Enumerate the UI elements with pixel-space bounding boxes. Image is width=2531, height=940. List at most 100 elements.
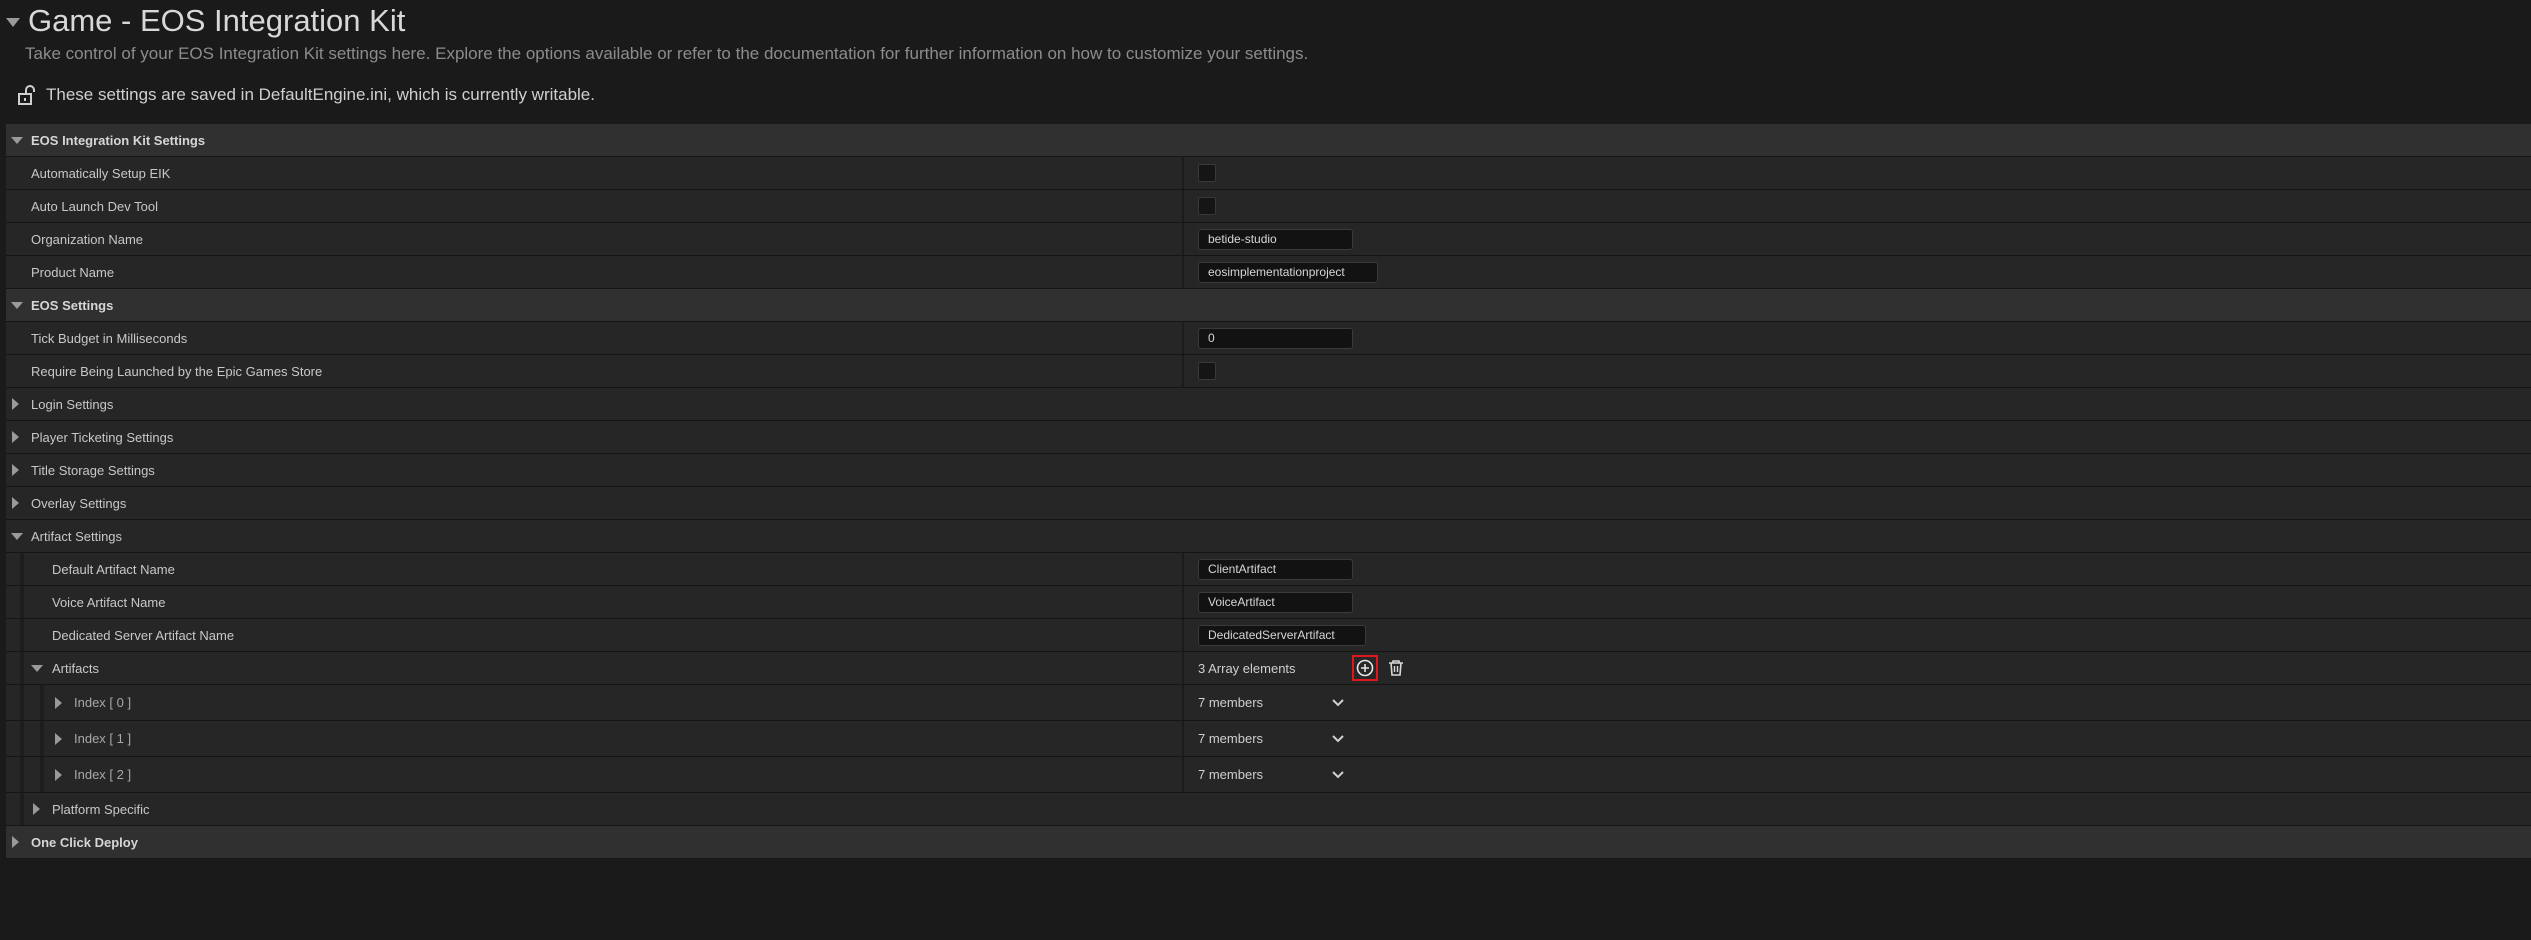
- property-label: Product Name: [31, 264, 115, 280]
- indent-gutter: [20, 553, 24, 585]
- property-row-server-artifact: Dedicated Server Artifact Name Dedicated…: [6, 619, 2531, 652]
- expand-caret-icon[interactable]: [11, 137, 23, 144]
- group-artifact-settings[interactable]: Artifact Settings: [6, 520, 2531, 553]
- auto-setup-checkbox[interactable]: [1198, 164, 1216, 182]
- category-eos-settings[interactable]: EOS Settings: [6, 289, 2531, 322]
- expand-caret-icon[interactable]: [55, 732, 62, 745]
- column-splitter[interactable]: [1182, 685, 1184, 720]
- column-splitter[interactable]: [1182, 355, 1184, 387]
- expand-caret-icon[interactable]: [11, 533, 23, 540]
- indent-gutter: [40, 757, 44, 792]
- default-artifact-input[interactable]: ClientArtifact: [1198, 558, 1353, 580]
- group-label: Player Ticketing Settings: [31, 429, 174, 445]
- require-launch-checkbox[interactable]: [1198, 362, 1216, 380]
- server-artifact-input[interactable]: DedicatedServerArtifact: [1198, 624, 1366, 646]
- expand-caret-icon[interactable]: [12, 497, 19, 509]
- column-splitter[interactable]: [1182, 619, 1184, 651]
- members-count: 7 members: [1198, 695, 1264, 710]
- config-status: These settings are saved in DefaultEngin…: [18, 84, 595, 106]
- chevron-down-icon[interactable]: [1331, 698, 1345, 708]
- expand-caret-icon[interactable]: [11, 302, 23, 309]
- group-player-ticketing[interactable]: Player Ticketing Settings: [6, 421, 2531, 454]
- column-splitter[interactable]: [1182, 757, 1184, 792]
- expand-caret-icon[interactable]: [55, 696, 62, 709]
- trash-icon: [1388, 660, 1403, 676]
- indent-gutter: [20, 586, 24, 618]
- product-name-input[interactable]: eosimplementationproject: [1198, 261, 1378, 283]
- element-label: Index [ 0 ]: [74, 695, 132, 710]
- members-count: 7 members: [1198, 731, 1264, 746]
- add-element-button[interactable]: [1351, 655, 1378, 681]
- indent-gutter: [20, 721, 24, 756]
- expand-caret-icon[interactable]: [12, 836, 19, 848]
- indent-gutter: [20, 652, 24, 684]
- indent-gutter: [40, 721, 44, 756]
- column-splitter[interactable]: [1182, 586, 1184, 618]
- auto-launch-checkbox[interactable]: [1198, 197, 1216, 215]
- property-row-auto-setup: Automatically Setup EIK: [6, 157, 2531, 190]
- expand-caret-icon[interactable]: [12, 431, 19, 443]
- column-splitter[interactable]: [1182, 652, 1184, 684]
- property-row-artifacts-array: Artifacts 3 Array elements: [6, 652, 2531, 685]
- category-eik-settings[interactable]: EOS Integration Kit Settings: [6, 124, 2531, 157]
- array-element-1[interactable]: Index [ 1 ] 7 members: [6, 721, 2531, 757]
- property-label: Artifacts: [52, 660, 99, 676]
- voice-artifact-input[interactable]: VoiceArtifact: [1198, 591, 1353, 613]
- property-label: Automatically Setup EIK: [31, 165, 171, 181]
- category-label: EOS Integration Kit Settings: [31, 132, 206, 148]
- indent-gutter: [20, 685, 24, 720]
- column-splitter[interactable]: [1182, 190, 1184, 222]
- property-row-require-launch: Require Being Launched by the Epic Games…: [6, 355, 2531, 388]
- column-splitter[interactable]: [1182, 553, 1184, 585]
- chevron-down-icon[interactable]: [1331, 770, 1345, 780]
- collapse-caret-icon[interactable]: [6, 17, 20, 27]
- element-label: Index [ 1 ]: [74, 731, 132, 746]
- property-label: Default Artifact Name: [52, 561, 175, 577]
- settings-header[interactable]: Game - EOS Integration Kit: [6, 2, 405, 40]
- property-row-auto-launch: Auto Launch Dev Tool: [6, 190, 2531, 223]
- expand-caret-icon[interactable]: [33, 803, 40, 815]
- page-subtitle: Take control of your EOS Integration Kit…: [25, 44, 1309, 63]
- expand-caret-icon[interactable]: [12, 398, 19, 410]
- category-one-click-deploy[interactable]: One Click Deploy: [6, 826, 2531, 859]
- chevron-down-icon[interactable]: [1331, 734, 1345, 744]
- group-platform-specific[interactable]: Platform Specific: [6, 793, 2531, 826]
- array-element-2[interactable]: Index [ 2 ] 7 members: [6, 757, 2531, 793]
- column-splitter[interactable]: [1182, 223, 1184, 255]
- category-label: EOS Settings: [31, 297, 114, 313]
- indent-gutter: [20, 757, 24, 792]
- array-element-0[interactable]: Index [ 0 ] 7 members: [6, 685, 2531, 721]
- group-login-settings[interactable]: Login Settings: [6, 388, 2531, 421]
- property-label: Dedicated Server Artifact Name: [52, 627, 235, 643]
- array-count: 3 Array elements: [1198, 660, 1296, 676]
- column-splitter[interactable]: [1182, 157, 1184, 189]
- column-splitter[interactable]: [1182, 256, 1184, 288]
- org-name-input[interactable]: betide-studio: [1198, 228, 1353, 250]
- config-status-text: These settings are saved in DefaultEngin…: [46, 85, 595, 104]
- column-splitter[interactable]: [1182, 721, 1184, 756]
- property-label: Voice Artifact Name: [52, 594, 166, 610]
- property-row-voice-artifact: Voice Artifact Name VoiceArtifact: [6, 586, 2531, 619]
- property-row-product-name: Product Name eosimplementationproject: [6, 256, 2531, 289]
- category-label: One Click Deploy: [31, 834, 138, 850]
- delete-all-button[interactable]: [1386, 658, 1406, 678]
- group-label: Overlay Settings: [31, 495, 127, 511]
- expand-caret-icon[interactable]: [55, 768, 62, 781]
- property-row-tick-budget: Tick Budget in Milliseconds 0: [6, 322, 2531, 355]
- group-label: Platform Specific: [52, 801, 150, 817]
- details-panel: EOS Integration Kit Settings Automatical…: [6, 124, 2531, 859]
- property-label: Tick Budget in Milliseconds: [31, 330, 188, 346]
- tick-budget-input[interactable]: 0: [1198, 327, 1353, 349]
- group-overlay-settings[interactable]: Overlay Settings: [6, 487, 2531, 520]
- group-title-storage[interactable]: Title Storage Settings: [6, 454, 2531, 487]
- expand-caret-icon[interactable]: [12, 464, 19, 476]
- property-label: Auto Launch Dev Tool: [31, 198, 158, 214]
- unlock-icon: [18, 85, 35, 105]
- column-splitter[interactable]: [1182, 322, 1184, 354]
- indent-gutter: [40, 685, 44, 720]
- indent-gutter: [20, 793, 24, 825]
- group-label: Title Storage Settings: [31, 462, 155, 478]
- property-label: Organization Name: [31, 231, 143, 247]
- indent-gutter: [20, 619, 24, 651]
- expand-caret-icon[interactable]: [31, 665, 43, 672]
